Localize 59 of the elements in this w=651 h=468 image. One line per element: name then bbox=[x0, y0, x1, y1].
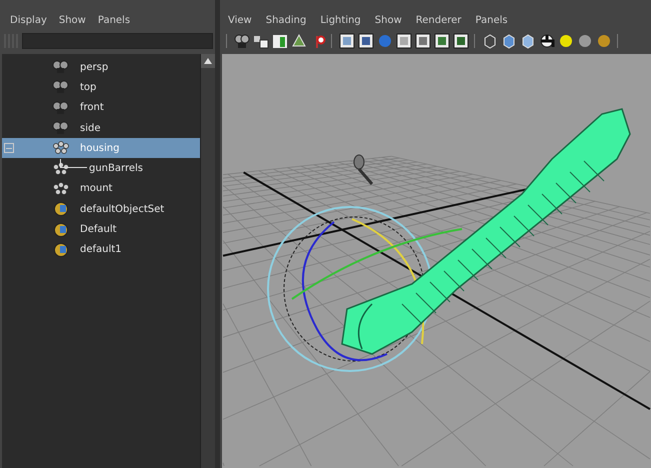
scroll-up-arrow-icon bbox=[204, 58, 212, 64]
item-label: defaultObjectSet bbox=[80, 204, 164, 215]
outliner-item[interactable]: front bbox=[2, 98, 200, 118]
menu-item[interactable]: Display bbox=[10, 14, 47, 26]
item-label: housing bbox=[80, 142, 120, 154]
shading-mode-icon[interactable] bbox=[339, 33, 355, 49]
shading-mode-icon[interactable] bbox=[453, 33, 469, 49]
menu-item[interactable]: Panels bbox=[98, 14, 130, 26]
sphere-icon[interactable] bbox=[558, 33, 574, 49]
outliner-item[interactable]: default1 bbox=[2, 240, 200, 260]
outliner-item[interactable]: gunBarrels bbox=[2, 158, 200, 179]
filter-field[interactable] bbox=[22, 33, 214, 49]
group-icon bbox=[52, 141, 70, 156]
item-label: persp bbox=[80, 62, 108, 73]
outliner-item[interactable]: side bbox=[2, 118, 200, 138]
menu-item[interactable]: Lighting bbox=[320, 14, 361, 26]
set-icon bbox=[52, 242, 70, 257]
menu-item[interactable]: Shading bbox=[266, 14, 306, 26]
item-label: mount bbox=[80, 183, 112, 194]
tree-connector-icon bbox=[60, 159, 87, 168]
cube-icon[interactable] bbox=[482, 33, 498, 49]
scrollbar[interactable] bbox=[200, 54, 216, 468]
item-label: gunBarrels bbox=[89, 163, 143, 174]
group-icon bbox=[52, 182, 70, 196]
outliner-item[interactable]: defaultObjectSet bbox=[2, 199, 200, 220]
cube-icon[interactable] bbox=[520, 33, 536, 49]
outliner-item[interactable]: top bbox=[2, 77, 200, 98]
scroll-up-button[interactable] bbox=[201, 54, 216, 68]
outliner-item[interactable]: Default bbox=[2, 219, 200, 240]
camera-icon bbox=[52, 80, 70, 94]
sphere-icon[interactable] bbox=[577, 33, 593, 49]
camera-icon bbox=[52, 121, 70, 136]
menu-item[interactable]: Show bbox=[58, 14, 86, 26]
menu-item[interactable]: Panels bbox=[475, 14, 508, 26]
outliner-item[interactable]: housing bbox=[2, 138, 200, 158]
shading-mode-icon[interactable] bbox=[434, 33, 450, 49]
item-label: side bbox=[80, 122, 100, 134]
menu-item[interactable]: View bbox=[228, 14, 252, 26]
checker-sphere-icon[interactable] bbox=[539, 33, 555, 49]
item-label: top bbox=[80, 82, 96, 93]
set-icon bbox=[52, 202, 70, 216]
outliner-item[interactable]: mount bbox=[2, 178, 200, 200]
item-label: default1 bbox=[80, 244, 122, 256]
viewport[interactable] bbox=[222, 54, 651, 468]
set-icon bbox=[52, 222, 70, 237]
shading-mode-icon[interactable] bbox=[415, 33, 431, 49]
camera-icon bbox=[52, 100, 70, 115]
menu-item[interactable]: Show bbox=[374, 14, 402, 26]
camera-icon[interactable] bbox=[234, 33, 250, 49]
cube-icon[interactable] bbox=[501, 33, 517, 49]
menu-item[interactable]: Renderer bbox=[416, 14, 462, 26]
item-label: Default bbox=[80, 224, 117, 236]
shading-mode-icon[interactable] bbox=[358, 33, 374, 49]
shading-mode-icon[interactable] bbox=[396, 33, 412, 49]
sphere-icon[interactable] bbox=[596, 33, 612, 49]
item-label: front bbox=[80, 102, 104, 114]
group-icon bbox=[52, 162, 70, 176]
camera-icon bbox=[52, 60, 70, 74]
outliner-item[interactable]: persp bbox=[2, 57, 200, 78]
